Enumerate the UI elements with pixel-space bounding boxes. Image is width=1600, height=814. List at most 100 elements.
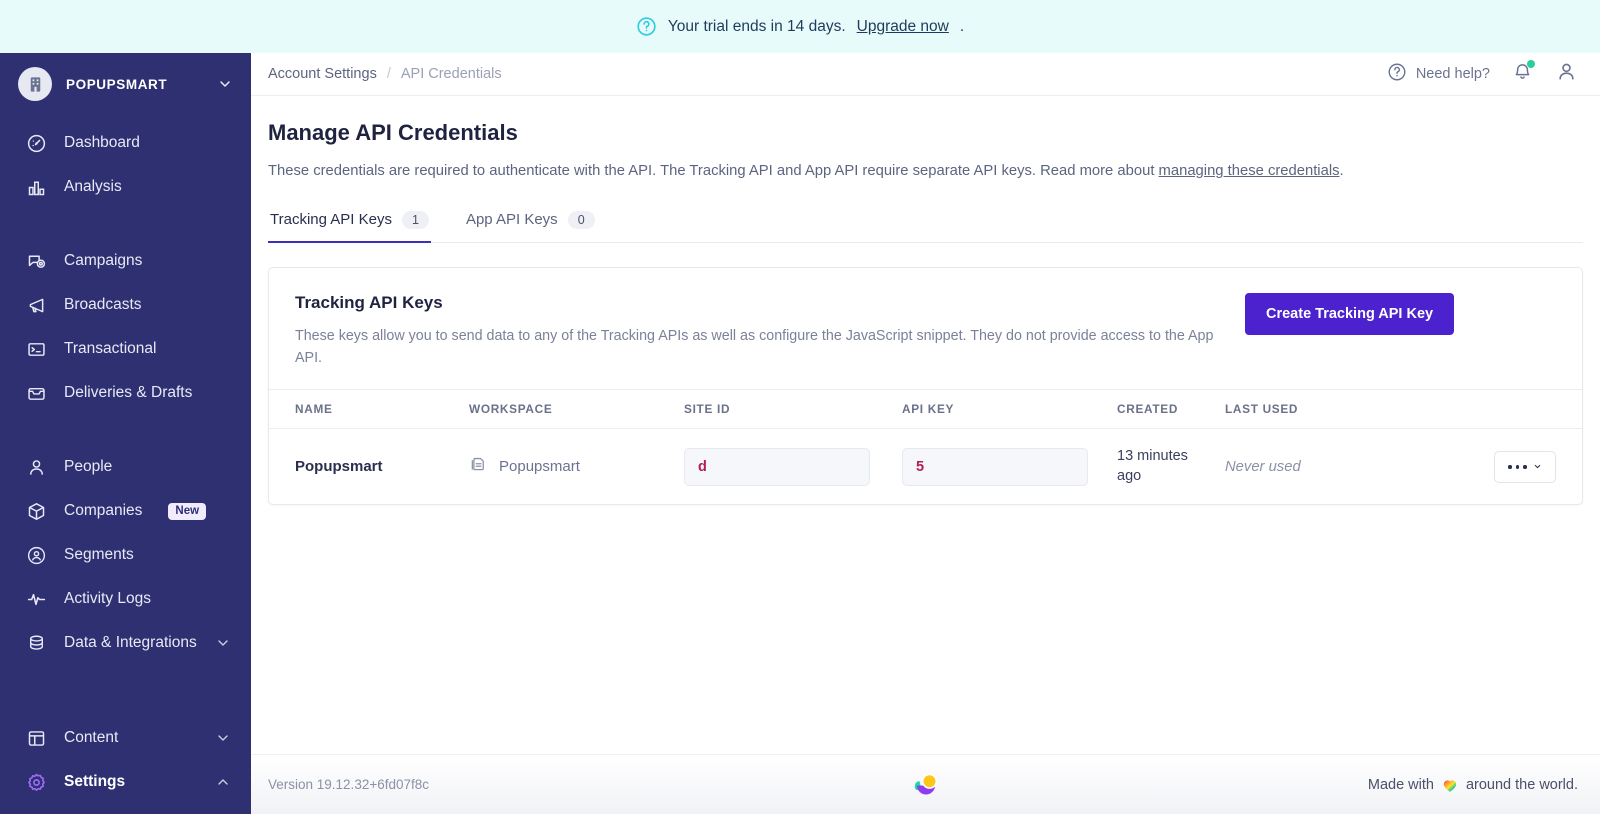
- breadcrumb-parent[interactable]: Account Settings: [268, 66, 377, 82]
- segment-user-circle-icon: [26, 545, 47, 566]
- sidebar-item-label: Content: [64, 729, 119, 746]
- sidebar-item-analysis[interactable]: Analysis: [0, 165, 251, 209]
- box-icon: [26, 501, 47, 522]
- page-content: Manage API Credentials These credentials…: [251, 96, 1600, 754]
- column-header-name: NAME: [269, 389, 469, 430]
- create-tracking-api-key-button[interactable]: Create Tracking API Key: [1245, 292, 1455, 335]
- page-description: These credentials are required to authen…: [268, 162, 1583, 182]
- sidebar-item-data-integrations[interactable]: Data & Integrations: [0, 621, 251, 665]
- breadcrumb: Account Settings / API Credentials: [268, 66, 502, 82]
- sidebar-item-label: Activity Logs: [64, 590, 152, 607]
- tab-count: 0: [567, 210, 595, 229]
- tab-count: 1: [402, 210, 429, 229]
- gear-icon: [26, 772, 47, 793]
- cell-created: 13 minutes ago: [1117, 429, 1225, 505]
- card-title: Tracking API Keys: [295, 292, 443, 312]
- trial-banner-suffix: .: [959, 17, 965, 35]
- tab-app-api-keys[interactable]: App API Keys 0: [464, 205, 597, 242]
- sidebar-item-transactional[interactable]: Transactional: [0, 327, 251, 371]
- column-header-site-id: SITE ID: [684, 389, 902, 430]
- tracking-api-keys-card: Tracking API Keys These keys allow you t…: [268, 266, 1583, 506]
- sidebar: POPUPSMART Dashboard Analysis Campaigns …: [0, 53, 251, 814]
- sidebar-item-activity-logs[interactable]: Activity Logs: [0, 577, 251, 621]
- app-root: Your trial ends in 14 days. Upgrade now.…: [0, 0, 1600, 814]
- sidebar-item-segments[interactable]: Segments: [0, 533, 251, 577]
- megaphone-icon: [26, 295, 47, 316]
- table-body: Popupsmart Popupsmart d 5 13 minutes ago…: [269, 429, 1582, 505]
- layout-icon: [26, 728, 47, 749]
- chevron-down-icon[interactable]: [215, 730, 231, 746]
- sidebar-item-label: Transactional: [64, 340, 157, 357]
- column-header-created: CREATED: [1117, 389, 1225, 430]
- nav-group-data: People Companies New Segments Activity L…: [0, 445, 251, 665]
- api-key-field[interactable]: 5: [902, 447, 1088, 486]
- avatar[interactable]: [1555, 60, 1578, 88]
- topbar: Account Settings / API Credentials Need …: [251, 53, 1600, 96]
- made-with-label: Made with around the world.: [1368, 776, 1578, 794]
- tab-tracking-api-keys[interactable]: Tracking API Keys 1: [268, 205, 431, 243]
- chevron-down-icon: [217, 76, 233, 92]
- upgrade-now-link[interactable]: Upgrade now: [857, 18, 949, 36]
- sidebar-item-label: Deliveries & Drafts: [64, 384, 193, 401]
- workspace-switcher[interactable]: POPUPSMART: [0, 53, 251, 115]
- sidebar-item-people[interactable]: People: [0, 445, 251, 489]
- user-icon: [1555, 63, 1578, 87]
- cell-site-id: d: [684, 429, 902, 505]
- page-title: Manage API Credentials: [268, 120, 518, 145]
- last-used-value: Never used: [1225, 458, 1301, 475]
- chevron-down-icon[interactable]: [215, 635, 231, 651]
- table-row: Popupsmart Popupsmart d 5 13 minutes ago…: [269, 429, 1582, 505]
- notification-dot: [1527, 60, 1535, 68]
- made-with-before: Made with: [1367, 776, 1434, 793]
- sidebar-item-broadcasts[interactable]: Broadcasts: [0, 283, 251, 327]
- sidebar-item-deliveries-drafts[interactable]: Deliveries & Drafts: [0, 371, 251, 415]
- sidebar-item-label: People: [64, 458, 113, 475]
- sidebar-item-content[interactable]: Content: [0, 716, 251, 760]
- terminal-icon: [26, 339, 47, 360]
- key-name: Popupsmart: [295, 457, 383, 475]
- page-description-after: .: [1339, 163, 1344, 179]
- building-icon: [18, 67, 52, 101]
- sidebar-item-settings[interactable]: Settings: [0, 760, 251, 804]
- workspace-name: POPUPSMART: [66, 76, 168, 92]
- sidebar-item-label: Data & Integrations: [64, 634, 197, 651]
- need-help-button[interactable]: Need help?: [1387, 62, 1490, 86]
- column-header-api-key: API KEY: [902, 389, 1117, 430]
- api-keys-table: NAME WORKSPACE SITE ID API KEY CREATED L…: [269, 389, 1582, 504]
- chevron-up-icon[interactable]: [215, 774, 231, 790]
- workspace-value: Popupsmart: [469, 455, 684, 478]
- footer: Version 19.12.32+6fd07f8c Made with arou…: [251, 754, 1600, 814]
- managing-credentials-link[interactable]: managing these credentials: [1159, 163, 1340, 179]
- notifications-button[interactable]: [1512, 60, 1535, 87]
- sidebar-item-dashboard[interactable]: Dashboard: [0, 121, 251, 165]
- trial-banner: Your trial ends in 14 days. Upgrade now.: [0, 0, 1600, 53]
- sidebar-nav: Dashboard Analysis Campaigns Broadcasts …: [0, 115, 251, 716]
- sidebar-item-label: Broadcasts: [64, 296, 142, 313]
- cell-name: Popupsmart: [269, 429, 469, 505]
- badge-new: New: [168, 502, 207, 520]
- version-label: Version 19.12.32+6fd07f8c: [268, 777, 430, 792]
- copy-documents-icon: [469, 455, 488, 478]
- tab-label: App API Keys: [465, 211, 558, 229]
- breadcrumb-separator: /: [386, 66, 391, 82]
- site-id-field[interactable]: d: [684, 447, 870, 486]
- pulse-icon: [26, 589, 47, 610]
- body-row: POPUPSMART Dashboard Analysis Campaigns …: [0, 53, 1600, 814]
- workspace-label: Popupsmart: [499, 458, 580, 476]
- trial-banner-text: Your trial ends in 14 days.: [667, 17, 846, 35]
- question-circle-icon: [1387, 62, 1407, 86]
- dashboard-gauge-icon: [26, 133, 47, 154]
- sidebar-item-campaigns[interactable]: Campaigns: [0, 239, 251, 283]
- database-icon: [26, 633, 47, 654]
- made-with-after: around the world.: [1465, 776, 1578, 793]
- tab-bar: Tracking API Keys 1 App API Keys 0: [268, 205, 1583, 243]
- row-actions-menu-button[interactable]: [1494, 450, 1556, 483]
- customerio-logo-icon: [907, 768, 945, 802]
- topbar-actions: Need help?: [1387, 60, 1578, 88]
- inbox-icon: [26, 383, 47, 404]
- table-header-row: NAME WORKSPACE SITE ID API KEY CREATED L…: [269, 389, 1582, 430]
- sidebar-item-companies[interactable]: Companies New: [0, 489, 251, 533]
- table-head: NAME WORKSPACE SITE ID API KEY CREATED L…: [269, 389, 1582, 430]
- nav-divider-gap: [0, 209, 251, 239]
- cell-last-used: Never used: [1225, 429, 1430, 505]
